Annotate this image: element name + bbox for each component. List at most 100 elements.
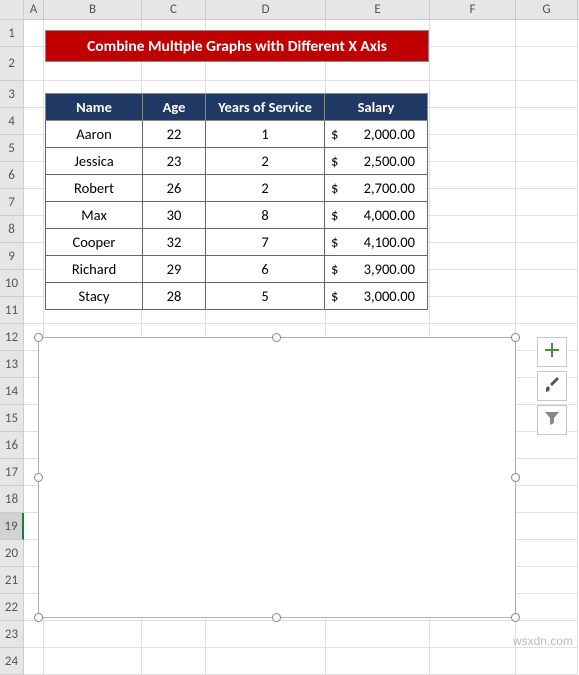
cell-salary[interactable]: $2,700.00 xyxy=(325,175,428,202)
cell[interactable] xyxy=(24,81,44,108)
header-age[interactable]: Age xyxy=(143,94,206,121)
cell-salary[interactable]: $2,500.00 xyxy=(325,148,428,175)
column-header-F[interactable]: F xyxy=(430,0,516,19)
row-header-12[interactable]: 12 xyxy=(0,324,24,351)
cell-years-of-service[interactable]: 2 xyxy=(206,148,325,175)
row-header-1[interactable]: 1 xyxy=(0,20,24,47)
resize-handle-top-center[interactable] xyxy=(272,333,281,342)
row-header-18[interactable]: 18 xyxy=(0,486,24,513)
header-salary[interactable]: Salary xyxy=(325,94,428,121)
resize-handle-bottom-right[interactable] xyxy=(511,613,520,622)
cell-years-of-service[interactable]: 1 xyxy=(206,121,325,148)
resize-handle-top-left[interactable] xyxy=(34,333,43,342)
cell-age[interactable]: 32 xyxy=(143,229,206,256)
row-header-5[interactable]: 5 xyxy=(0,135,24,162)
row-header-21[interactable]: 21 xyxy=(0,567,24,594)
cell[interactable] xyxy=(516,135,578,162)
cell-age[interactable]: 28 xyxy=(143,283,206,310)
row-header-24[interactable]: 24 xyxy=(0,648,24,675)
cell-name[interactable]: Max xyxy=(46,202,143,229)
cell[interactable] xyxy=(516,486,578,513)
cell-age[interactable]: 29 xyxy=(143,256,206,283)
resize-handle-bottom-left[interactable] xyxy=(34,613,43,622)
cell[interactable] xyxy=(430,216,516,243)
row-header-8[interactable]: 8 xyxy=(0,216,24,243)
cell-name[interactable]: Aaron xyxy=(46,121,143,148)
column-header-G[interactable]: G xyxy=(516,0,578,19)
cell-years-of-service[interactable]: 5 xyxy=(206,283,325,310)
cell[interactable] xyxy=(430,20,516,47)
header-years-of-service[interactable]: Years of Service xyxy=(206,94,325,121)
cell-name[interactable]: Richard xyxy=(46,256,143,283)
column-header-E[interactable]: E xyxy=(326,0,430,19)
row-header-10[interactable]: 10 xyxy=(0,270,24,297)
row-header-23[interactable]: 23 xyxy=(0,621,24,648)
cell[interactable] xyxy=(430,135,516,162)
select-all-corner[interactable] xyxy=(0,0,24,19)
cell[interactable] xyxy=(206,648,326,675)
row-header-4[interactable]: 4 xyxy=(0,108,24,135)
row-header-15[interactable]: 15 xyxy=(0,405,24,432)
column-header-B[interactable]: B xyxy=(44,0,142,19)
cell[interactable] xyxy=(516,594,578,621)
cell[interactable] xyxy=(24,189,44,216)
cell[interactable] xyxy=(430,81,516,108)
row-header-11[interactable]: 11 xyxy=(0,297,24,324)
cell[interactable] xyxy=(430,621,516,648)
cell[interactable] xyxy=(516,81,578,108)
column-header-D[interactable]: D xyxy=(206,0,326,19)
cell[interactable] xyxy=(24,47,44,81)
cell-name[interactable]: Cooper xyxy=(46,229,143,256)
row-header-14[interactable]: 14 xyxy=(0,378,24,405)
row-header-17[interactable]: 17 xyxy=(0,459,24,486)
cell[interactable] xyxy=(430,189,516,216)
cell[interactable] xyxy=(430,297,516,324)
cell[interactable] xyxy=(430,47,516,81)
cell[interactable] xyxy=(430,243,516,270)
chart-filters-button[interactable] xyxy=(537,405,567,435)
column-header-C[interactable]: C xyxy=(142,0,206,19)
cell[interactable] xyxy=(24,216,44,243)
row-header-13[interactable]: 13 xyxy=(0,351,24,378)
cell[interactable] xyxy=(24,621,44,648)
cell-name[interactable]: Stacy xyxy=(46,283,143,310)
cell[interactable] xyxy=(516,432,578,459)
row-header-2[interactable]: 2 xyxy=(0,47,24,81)
cell[interactable] xyxy=(430,162,516,189)
row-header-3[interactable]: 3 xyxy=(0,81,24,108)
chart-elements-button[interactable] xyxy=(537,337,567,367)
cell[interactable] xyxy=(326,648,430,675)
cell[interactable] xyxy=(516,513,578,540)
cell-salary[interactable]: $3,900.00 xyxy=(325,256,428,283)
cell[interactable] xyxy=(516,47,578,81)
cell[interactable] xyxy=(516,459,578,486)
cell[interactable] xyxy=(44,621,142,648)
cell[interactable] xyxy=(24,297,44,324)
resize-handle-top-right[interactable] xyxy=(511,333,520,342)
cell[interactable] xyxy=(142,648,206,675)
row-header-22[interactable]: 22 xyxy=(0,594,24,621)
cell-salary[interactable]: $3,000.00 xyxy=(325,283,428,310)
header-name[interactable]: Name xyxy=(46,94,143,121)
cell-salary[interactable]: $2,000.00 xyxy=(325,121,428,148)
cell[interactable] xyxy=(516,297,578,324)
resize-handle-bottom-center[interactable] xyxy=(272,613,281,622)
cell-years-of-service[interactable]: 2 xyxy=(206,175,325,202)
row-header-16[interactable]: 16 xyxy=(0,432,24,459)
resize-handle-left-center[interactable] xyxy=(34,473,43,482)
cell[interactable] xyxy=(430,648,516,675)
cell[interactable] xyxy=(24,162,44,189)
cell[interactable] xyxy=(516,108,578,135)
cell[interactable] xyxy=(142,621,206,648)
cell[interactable] xyxy=(516,20,578,47)
cell-age[interactable]: 22 xyxy=(143,121,206,148)
cell-age[interactable]: 30 xyxy=(143,202,206,229)
cell[interactable] xyxy=(516,567,578,594)
cell[interactable] xyxy=(516,216,578,243)
row-header-9[interactable]: 9 xyxy=(0,243,24,270)
cell[interactable] xyxy=(516,270,578,297)
cell[interactable] xyxy=(516,162,578,189)
cell-name[interactable]: Robert xyxy=(46,175,143,202)
cell[interactable] xyxy=(24,270,44,297)
cell[interactable] xyxy=(516,189,578,216)
